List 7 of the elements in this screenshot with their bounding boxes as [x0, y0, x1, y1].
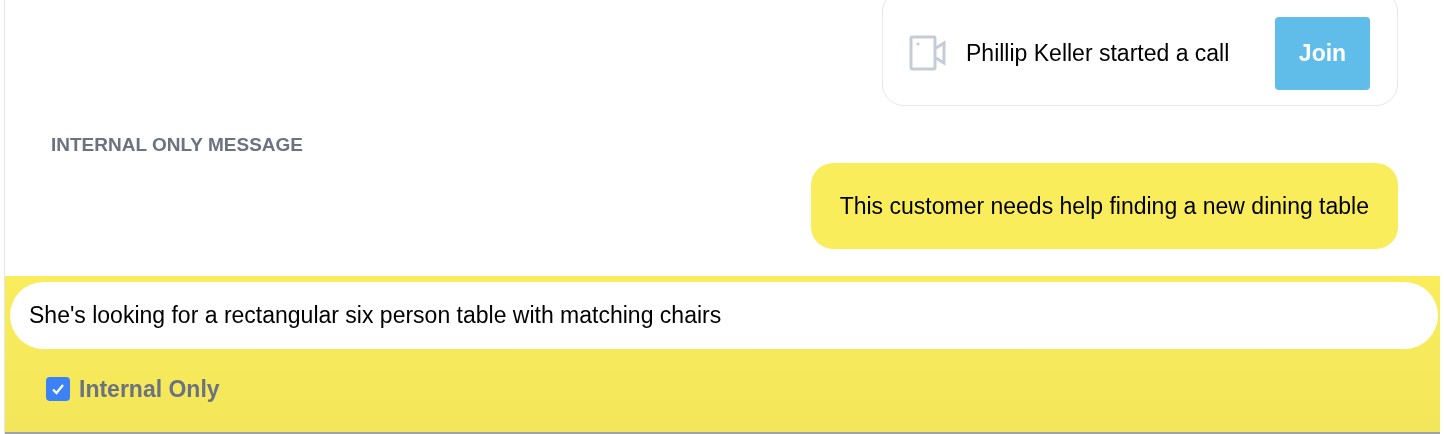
- message-bubble: This customer needs help finding a new dining table: [810, 163, 1398, 249]
- internal-only-checkbox[interactable]: [46, 377, 70, 402]
- internal-only-label: Internal Only: [79, 375, 220, 404]
- message-input[interactable]: She's looking for a rectangular six person table with matching chairs: [10, 282, 1438, 349]
- message-label: INTERNAL ONLY MESSAGE: [51, 134, 303, 155]
- call-notice-text: Phillip Keller started a call: [966, 38, 1231, 68]
- video-camera-icon: [909, 34, 947, 72]
